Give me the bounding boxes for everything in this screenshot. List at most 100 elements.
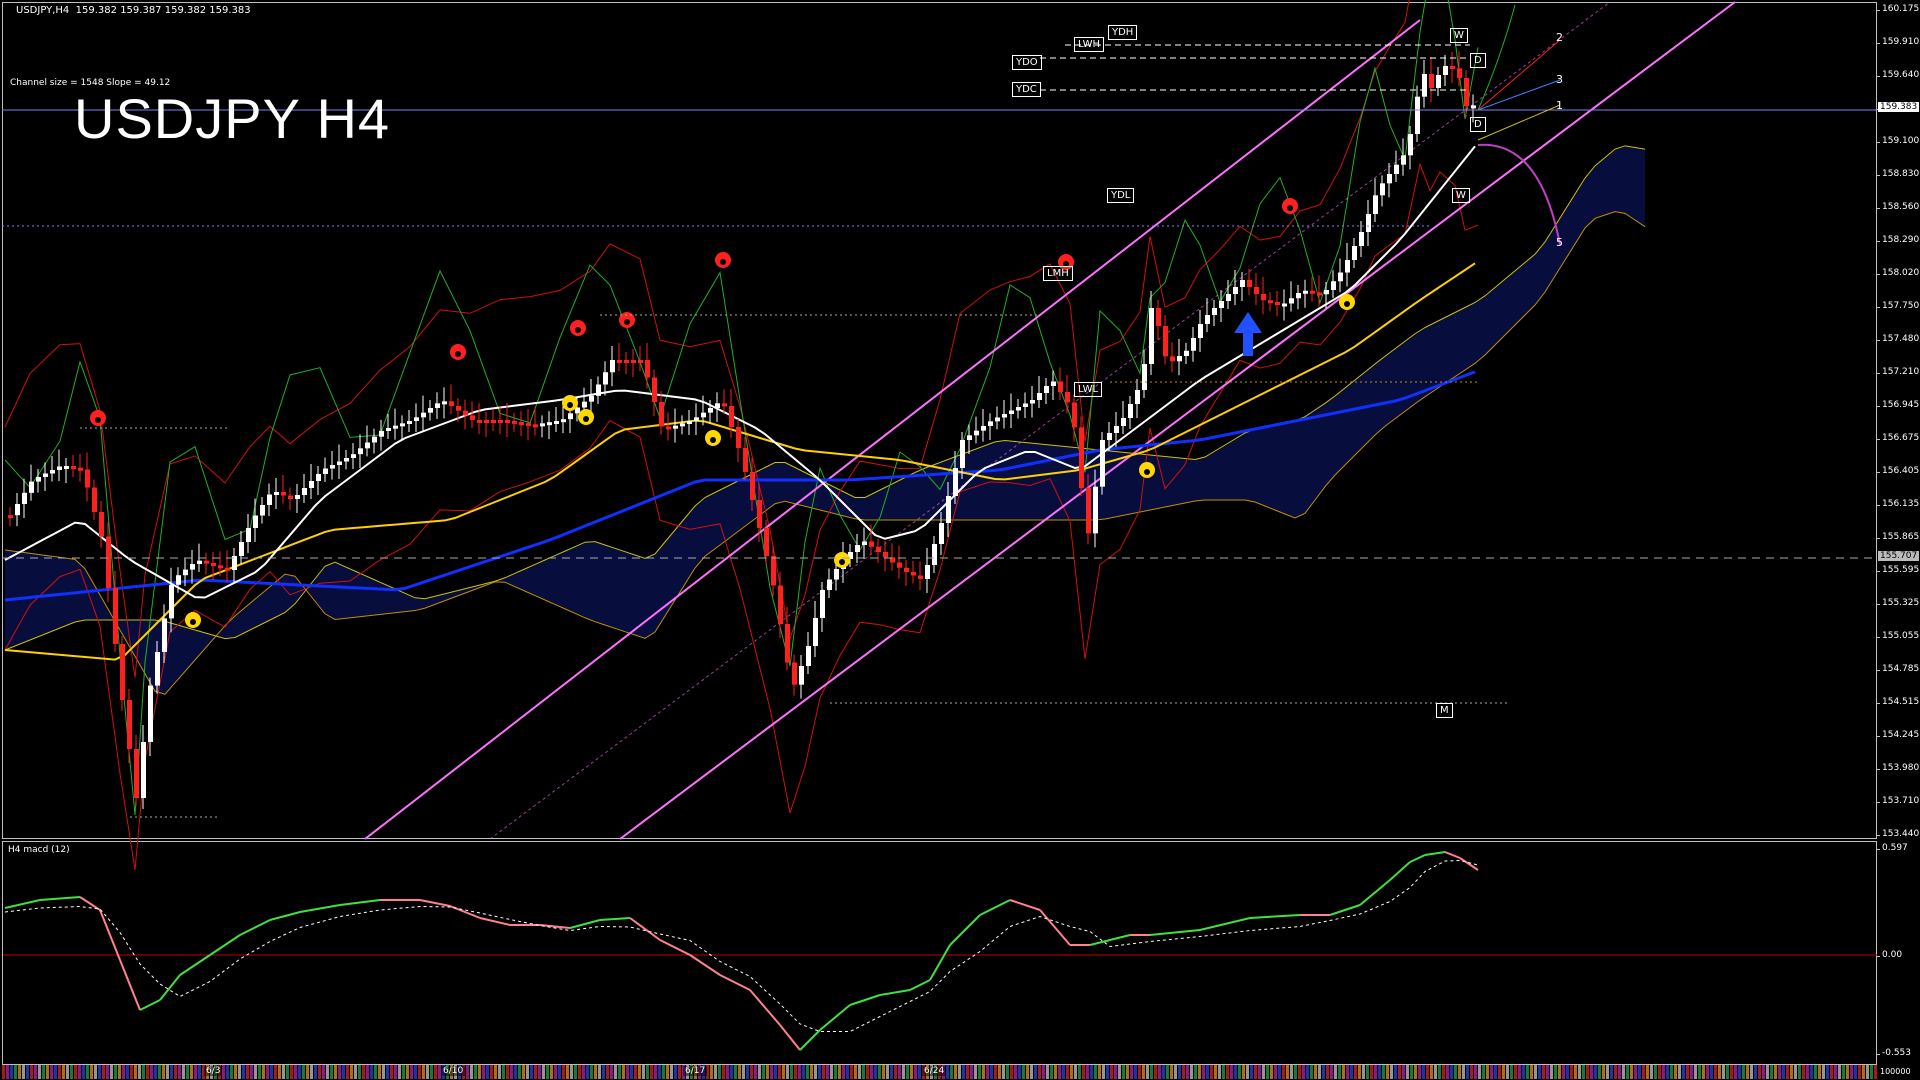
time-axis-bar <box>1330 1065 1333 1079</box>
candle-body <box>1310 290 1315 294</box>
time-axis-bar <box>246 1065 249 1079</box>
candle-body <box>988 421 993 426</box>
time-axis-bar <box>822 1065 825 1079</box>
time-axis-bar <box>418 1065 421 1079</box>
time-axis-bar <box>230 1065 233 1079</box>
macd-line-segment <box>1409 854 1426 863</box>
time-axis-bar <box>566 1065 569 1079</box>
candle-body <box>29 481 34 493</box>
time-axis-bar <box>1566 1065 1569 1079</box>
candle-body <box>92 487 97 512</box>
candle-body <box>183 569 188 576</box>
symbol-info: USDJPY,H4 159.382 159.387 159.382 159.38… <box>16 5 251 16</box>
candle-body <box>239 542 244 556</box>
candle-body <box>449 401 454 406</box>
candle-body <box>50 470 55 474</box>
time-axis-bar <box>1210 1065 1213 1079</box>
time-axis-bar <box>1430 1065 1433 1079</box>
candle-body <box>1135 390 1140 404</box>
time-axis-bar <box>1858 1065 1861 1079</box>
time-axis-bar <box>1866 1065 1869 1079</box>
candle-body <box>596 384 601 396</box>
time-axis-bar <box>1486 1065 1489 1079</box>
time-axis-bar <box>526 1065 529 1079</box>
candle-body <box>43 473 48 477</box>
chart-window[interactable]: USDJPY,H4 159.382 159.387 159.382 159.38… <box>0 0 1920 1080</box>
time-axis-bar <box>370 1065 373 1079</box>
time-axis-bar <box>998 1065 1001 1079</box>
candle-body <box>190 564 195 570</box>
time-axis-bar <box>622 1065 625 1079</box>
time-axis-bar <box>1290 1065 1293 1079</box>
candle-body <box>176 575 181 585</box>
time-axis-bar <box>846 1065 849 1079</box>
time-axis-bar <box>610 1065 613 1079</box>
macd-line-segment <box>749 989 781 1026</box>
time-axis-bar <box>1538 1065 1541 1079</box>
time-axis-bar <box>826 1065 829 1079</box>
candle-body <box>1261 294 1266 301</box>
date-label: 6/17 <box>683 1066 708 1076</box>
time-axis-bar <box>606 1065 609 1079</box>
time-axis-bar <box>390 1065 393 1079</box>
time-axis-bar <box>882 1065 885 1079</box>
time-axis-bar <box>1174 1065 1177 1079</box>
time-axis-bar <box>954 1065 957 1079</box>
time-axis-bar <box>958 1065 961 1079</box>
time-axis-bar <box>494 1065 497 1079</box>
candle-body <box>1219 301 1224 308</box>
macd-line-segment <box>1109 934 1131 941</box>
time-axis-bar <box>1266 1065 1269 1079</box>
price-tick-label: 155.595 <box>1875 565 1920 575</box>
level-box-d-high: D <box>1470 53 1486 68</box>
candle-body <box>1044 386 1049 393</box>
time-axis-bar <box>1066 1065 1069 1079</box>
time-axis-bar <box>238 1065 241 1079</box>
candle-body <box>197 560 202 564</box>
time-axis-bar <box>1814 1065 1817 1079</box>
wave-label-3: 3 <box>1556 73 1563 86</box>
macd-line-segment <box>849 994 881 1006</box>
candle-body <box>288 495 293 499</box>
time-axis-bar <box>1106 1065 1109 1079</box>
time-axis-bar <box>262 1065 265 1079</box>
price-scale[interactable] <box>1877 2 1920 839</box>
price-tick-label: 158.830 <box>1875 169 1920 179</box>
time-axis-bar <box>466 1065 469 1079</box>
candle-body <box>414 417 419 421</box>
time-axis-bar <box>1466 1065 1469 1079</box>
time-axis-bar <box>1098 1065 1101 1079</box>
time-axis-bar <box>1118 1065 1121 1079</box>
candle-body <box>589 395 594 402</box>
time-axis-bar <box>1698 1065 1701 1079</box>
candle-body <box>883 552 888 558</box>
channel-lower-line <box>619 1 1736 840</box>
candle-body <box>113 588 118 644</box>
candle-body <box>1114 426 1119 433</box>
time-axis-bar <box>1666 1065 1669 1079</box>
time-axis-bar <box>386 1065 389 1079</box>
time-axis-bar <box>1086 1065 1089 1079</box>
time-axis-bar <box>1346 1065 1349 1079</box>
candle-body <box>603 372 608 385</box>
time-axis-bar <box>874 1065 877 1079</box>
candle-body <box>1016 407 1021 411</box>
candle-body <box>1296 293 1301 299</box>
time-axis-bar <box>1110 1065 1113 1079</box>
candle-body <box>253 515 258 528</box>
time-axis-bar <box>194 1065 197 1079</box>
candle-body <box>869 541 874 547</box>
fractal-marker-dot <box>575 327 581 333</box>
candle-body <box>274 492 279 495</box>
time-axis-bar <box>98 1065 101 1079</box>
time-axis-bar <box>1102 1065 1105 1079</box>
time-axis-bar <box>1750 1065 1753 1079</box>
candle-body <box>981 426 986 431</box>
time-axis-bar <box>1714 1065 1717 1079</box>
time-axis-bar <box>574 1065 577 1079</box>
time-axis-bar <box>1546 1065 1549 1079</box>
time-axis-bar <box>1190 1065 1193 1079</box>
time-axis-bar <box>1298 1065 1301 1079</box>
time-axis-bar <box>1630 1065 1633 1079</box>
time-axis-bar <box>1194 1065 1197 1079</box>
